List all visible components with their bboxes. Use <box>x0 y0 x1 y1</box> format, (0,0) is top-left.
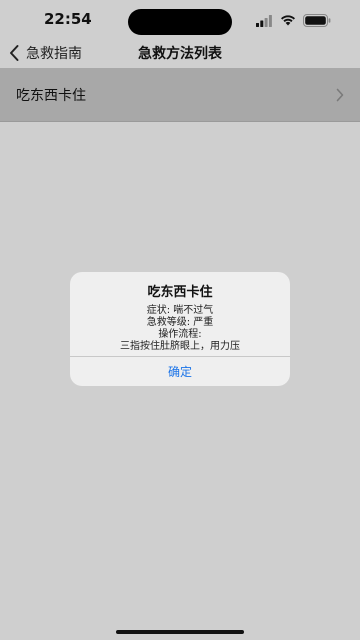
alert-line-procedure-label: 操作流程: <box>158 329 202 340</box>
alert-dialog: 吃东西卡住 症状: 喘不过气 急救等级: 严重 操作流程: 三指按住肚脐眼上，用… <box>70 272 290 386</box>
home-indicator[interactable] <box>116 630 244 634</box>
alert-line-symptom: 症状: 喘不过气 <box>146 305 214 316</box>
alert-message: 症状: 喘不过气 急救等级: 严重 操作流程: 三指按住肚脐眼上，用力压 <box>70 305 290 353</box>
alert-line-procedure: 三指按住肚脐眼上，用力压 <box>120 341 240 352</box>
alert-title: 吃东西卡住 <box>147 285 213 300</box>
alert-line-level: 急救等级: 严重 <box>146 317 214 328</box>
screen: 22:54 急救指南 急救方法列表 吃东西卡住 吃东西卡住 症状: 喘不过气 急… <box>0 0 360 640</box>
confirm-button[interactable]: 确定 <box>70 357 290 386</box>
